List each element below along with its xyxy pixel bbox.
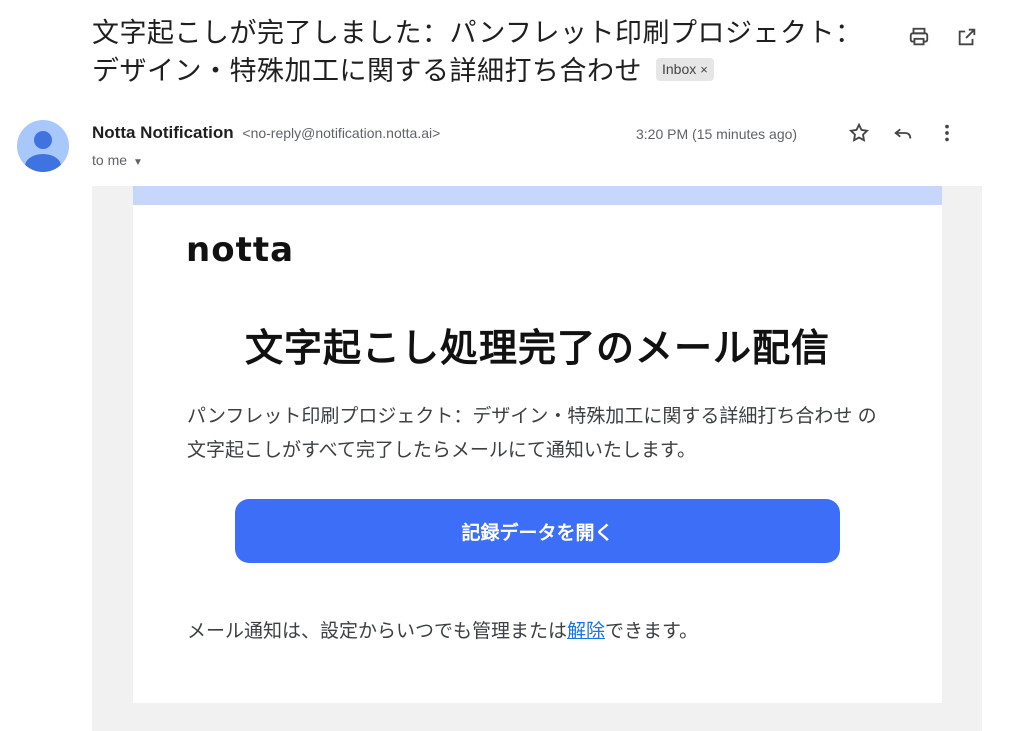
unsubscribe-link[interactable]: 解除 [567, 621, 605, 642]
open-record-button[interactable]: 記録データを開く [235, 499, 840, 563]
email-subject: 文字起こしが完了しました：パンフレット印刷プロジェクト：デザイン・特殊加工に関す… [92, 14, 882, 90]
email-footer: メール通知は、設定からいつでも管理または解除できます。 [187, 618, 698, 646]
star-icon[interactable] [846, 120, 872, 146]
top-actions [906, 24, 980, 50]
email-headline: 文字起こし処理完了のメール配信 [244, 328, 830, 370]
email-timestamp: 3:20 PM (15 minutes ago) [636, 126, 798, 142]
notta-logo: notta [186, 230, 295, 270]
remove-label-icon[interactable]: × [700, 62, 708, 77]
email-body-frame: notta 文字起こし処理完了のメール配信 パンフレット印刷プロジェクト：デザイ… [92, 186, 982, 731]
reply-icon[interactable] [890, 120, 916, 146]
chevron-down-icon[interactable]: ▼ [133, 157, 143, 168]
inbox-label-badge[interactable]: Inbox × [656, 58, 714, 82]
recipient-text: to me [92, 152, 128, 168]
sender-address: <no-reply@notification.notta.ai> [242, 125, 441, 141]
footer-prefix: メール通知は、設定からいつでも管理または [187, 621, 568, 642]
more-vert-icon[interactable] [934, 120, 960, 146]
message-actions [846, 120, 960, 146]
email-content-card: notta 文字起こし処理完了のメール配信 パンフレット印刷プロジェクト：デザイ… [133, 186, 942, 703]
sender-name[interactable]: Notta Notification [92, 123, 234, 142]
subject-text: 文字起こしが完了しました：パンフレット印刷プロジェクト：デザイン・特殊加工に関す… [92, 18, 863, 86]
footer-suffix: できます。 [605, 621, 699, 642]
email-description: パンフレット印刷プロジェクト：デザイン・特殊加工に関する詳細打ち合わせ の文字起… [187, 406, 877, 461]
open-in-new-window-icon[interactable] [954, 24, 980, 50]
recipient-details[interactable]: to me ▼ [92, 150, 143, 173]
header-band [133, 186, 942, 205]
email-view: 文字起こしが完了しました：パンフレット印刷プロジェクト：デザイン・特殊加工に関す… [0, 0, 1010, 731]
sender-line: Notta Notification <no-reply@notificatio… [92, 122, 440, 144]
sender-avatar[interactable] [17, 120, 69, 172]
inbox-label-text: Inbox [662, 61, 697, 78]
print-icon[interactable] [906, 24, 932, 50]
